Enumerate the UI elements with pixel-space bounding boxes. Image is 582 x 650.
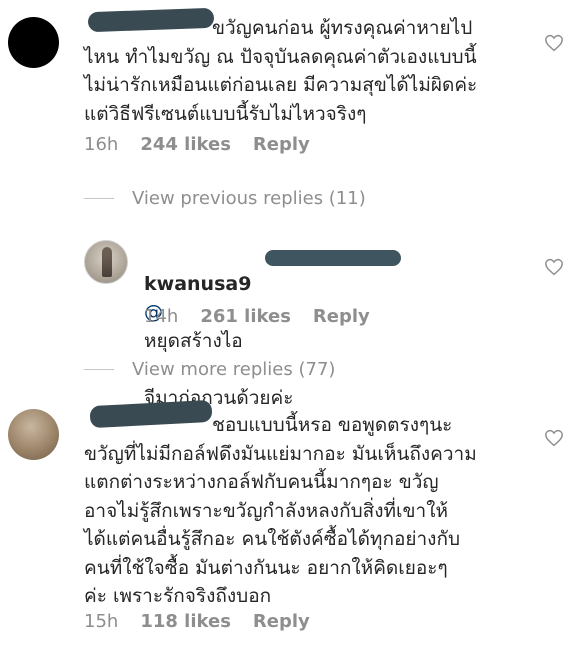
reply-username[interactable]: kwanusa9	[144, 273, 251, 295]
view-previous-replies[interactable]: View previous replies (11)	[84, 188, 366, 209]
avatar-figure	[102, 247, 112, 277]
view-more-label: View more replies (77)	[132, 359, 336, 380]
comment-meta: 16h 244 likes Reply	[84, 134, 310, 155]
comment-text: ชอบแบบนี้หรอ ขอพูดตรงๆนะ ขวัญที่ไม่มีกอล…	[84, 414, 477, 607]
reply-meta: 14h 261 likes Reply	[144, 306, 370, 327]
view-more-replies[interactable]: View more replies (77)	[84, 359, 335, 380]
comment-time: 15h	[84, 611, 119, 632]
avatar[interactable]	[8, 17, 59, 68]
divider-line	[84, 369, 114, 370]
reply-time: 14h	[144, 306, 179, 327]
like-heart-icon[interactable]	[544, 258, 564, 276]
avatar[interactable]	[8, 409, 59, 460]
likes-count[interactable]: 261 likes	[200, 306, 291, 327]
view-previous-label: View previous replies (11)	[132, 188, 366, 209]
comment-meta: 15h 118 likes Reply	[84, 611, 310, 632]
likes-count[interactable]: 244 likes	[140, 134, 231, 155]
reply-button[interactable]: Reply	[313, 306, 370, 327]
like-heart-icon[interactable]	[544, 429, 564, 447]
comment-time: 16h	[84, 134, 119, 155]
comment-text: ขวัญคนก่อน ผู้ทรงคุณค่าหายไป ไหน ทำไมขวั…	[84, 17, 478, 125]
divider-line	[84, 198, 114, 199]
reply-button[interactable]: Reply	[253, 611, 310, 632]
likes-count[interactable]: 118 likes	[140, 611, 231, 632]
reply-text-line1: หยุดสร้างไอ	[144, 329, 243, 352]
reply-button[interactable]: Reply	[253, 134, 310, 155]
redacted-mention	[265, 250, 401, 266]
like-heart-icon[interactable]	[544, 34, 564, 52]
avatar[interactable]	[84, 240, 128, 284]
